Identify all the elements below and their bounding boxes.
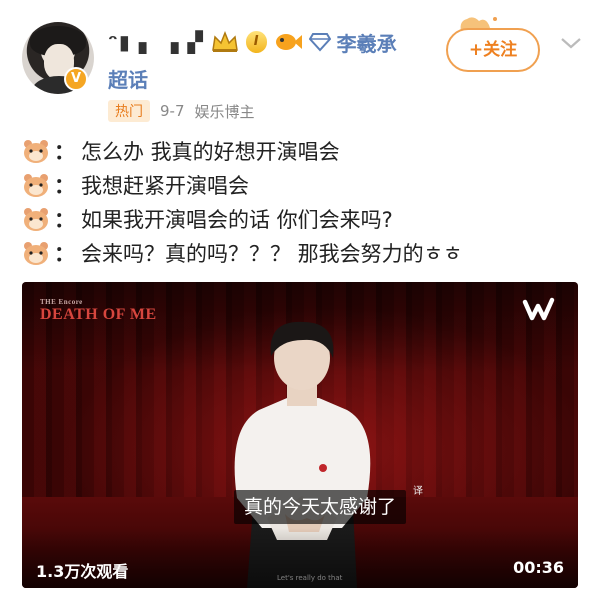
post-meta: 热门 9-7 娱乐博主: [108, 100, 255, 122]
hamster-icon: [24, 242, 48, 265]
line-text: 怎么办 我真的好想开演唱会: [81, 140, 340, 164]
name-bar: ᵔ▮ ▖ ▗ ▞ I 李羲承: [108, 26, 397, 58]
hamster-icon: [24, 140, 48, 163]
chevron-down-icon[interactable]: [560, 36, 582, 50]
text-line: ： 会来吗？真的吗？？？ 那我会努力的ㅎㅎ: [22, 236, 582, 270]
text-line: ： 我想赶紧开演唱会: [22, 168, 582, 202]
performer-image: [234, 321, 371, 588]
view-count: 1.3万次观看: [36, 562, 129, 581]
text-line: ： 如果我开演唱会的话 你们会来吗?: [22, 202, 582, 236]
video-subtitle: 真的今天太感谢了: [234, 490, 407, 524]
fish-icon: [275, 34, 302, 50]
crown-icon: [211, 30, 238, 52]
diamond-icon: [308, 33, 331, 52]
username[interactable]: ᵔ▮ ▖ ▗ ▞: [108, 30, 204, 54]
line-text: 我想赶紧开演唱会: [81, 174, 249, 198]
video-player[interactable]: THE Encore DEATH OF ME 真的今天太感谢了 译 Let's …: [22, 282, 578, 588]
line-text: 如果我开演唱会的话 你们会来吗?: [81, 208, 393, 232]
level-badge: I: [245, 31, 267, 53]
hamster-icon: [24, 208, 48, 231]
post-text: ： 怎么办 我真的好想开演唱会 ： 我想赶紧开演唱会 ： 如果我开演唱会的话 你…: [22, 134, 582, 270]
weibo-post: V ᵔ▮ ▖ ▗ ▞ I 李羲承 超话 +关注 热门 9-7 娱乐博主 ： 怎么…: [0, 0, 600, 606]
line-text: 会来吗？真的吗？？？ 那我会努力的ㅎㅎ: [81, 242, 463, 266]
weverse-icon: [522, 297, 555, 321]
follow-button[interactable]: +关注: [446, 28, 540, 72]
related-account-link[interactable]: 李羲承: [337, 28, 397, 57]
verified-badge-icon: V: [64, 67, 88, 91]
video-duration: 00:36: [513, 558, 564, 577]
post-source: 娱乐博主: [194, 102, 255, 121]
original-subtitle: Let's really do that: [277, 574, 343, 582]
hot-tag: 热门: [108, 100, 150, 122]
post-date: 9-7: [160, 102, 185, 120]
show-logo: THE Encore DEATH OF ME: [40, 298, 157, 323]
super-topic-link[interactable]: 超话: [108, 64, 148, 93]
text-line: ： 怎么办 我真的好想开演唱会: [22, 134, 582, 168]
translate-icon: 译: [413, 486, 423, 497]
hamster-icon: [24, 174, 48, 197]
